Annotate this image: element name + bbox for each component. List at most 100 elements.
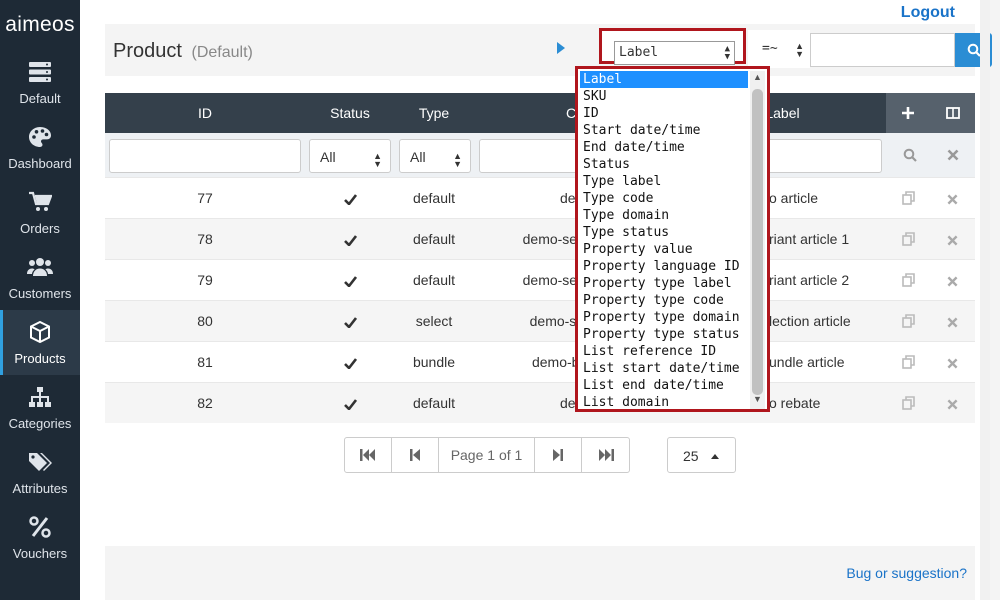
delete-icon[interactable]: [947, 274, 958, 290]
previous-page-button[interactable]: [392, 438, 439, 472]
table-row[interactable]: 79 default demo-selec riant article 2: [105, 259, 975, 300]
page-indicator: Page 1 of 1: [439, 438, 535, 472]
filter-type-value: All: [410, 149, 426, 165]
sidebar-item-categories[interactable]: Categories: [0, 375, 80, 440]
sitemap-icon: [27, 384, 53, 410]
row-label: undle article: [769, 354, 845, 370]
filter-label-input[interactable]: [765, 139, 882, 173]
dropdown-option[interactable]: End date/time: [580, 139, 748, 156]
row-id: 82: [197, 395, 213, 411]
page-scrollbar[interactable]: [980, 0, 990, 600]
column-header-type[interactable]: Type: [414, 105, 454, 121]
main-content: Logout Product (Default) Label ▲ ▼ =~ ▲ ▼ …: [80, 0, 992, 600]
copy-icon[interactable]: [902, 355, 916, 372]
delete-icon[interactable]: [947, 192, 958, 208]
delete-icon[interactable]: [947, 315, 958, 331]
scroll-down-icon[interactable]: ▼: [750, 394, 765, 408]
copy-icon[interactable]: [902, 273, 916, 290]
sidebar-item-dashboard[interactable]: Dashboard: [0, 115, 80, 180]
dropdown-option[interactable]: Type label: [580, 173, 748, 190]
copy-icon[interactable]: [902, 314, 916, 331]
search-field-select[interactable]: Label ▲ ▼: [614, 41, 735, 65]
first-page-button[interactable]: [345, 438, 392, 472]
add-item-button[interactable]: [886, 93, 930, 133]
page-title: Product (Default): [113, 40, 253, 63]
column-header-id[interactable]: ID: [195, 105, 215, 121]
delete-icon[interactable]: [947, 356, 958, 372]
scroll-up-icon[interactable]: ▲: [750, 72, 765, 86]
dropdown-scrollbar[interactable]: ▲ ▼: [750, 71, 765, 409]
dropdown-option[interactable]: Type status: [580, 224, 748, 241]
dropdown-option[interactable]: Property type domain: [580, 309, 748, 326]
dropdown-option[interactable]: Property type label: [580, 275, 748, 292]
next-page-button[interactable]: [535, 438, 582, 472]
dropdown-option[interactable]: Property value: [580, 241, 748, 258]
dropdown-option[interactable]: List domain: [580, 394, 748, 411]
dropdown-option[interactable]: Label: [580, 71, 748, 88]
column-header-status[interactable]: Status: [325, 105, 375, 121]
logout-link[interactable]: Logout: [901, 4, 955, 22]
dropdown-option[interactable]: Property language ID: [580, 258, 748, 275]
dropdown-option[interactable]: Property type code: [580, 292, 748, 309]
search-icon[interactable]: [903, 148, 917, 167]
filter-status-select[interactable]: All ▲ ▼: [309, 139, 391, 173]
last-page-button[interactable]: [582, 438, 629, 472]
page-size-select[interactable]: 25: [667, 437, 736, 473]
logo[interactable]: aimeos: [0, 0, 80, 50]
filter-type-select[interactable]: All ▲ ▼: [399, 139, 471, 173]
columns-toggle-button[interactable]: [930, 93, 975, 133]
copy-icon[interactable]: [902, 396, 916, 413]
search-input[interactable]: [810, 33, 955, 67]
dropdown-option[interactable]: Start date/time: [580, 122, 748, 139]
logo-text: aimeos: [5, 13, 75, 36]
row-type: default: [412, 272, 456, 288]
copy-icon[interactable]: [902, 191, 916, 208]
copy-icon[interactable]: [902, 232, 916, 249]
dropdown-option[interactable]: ID: [580, 105, 748, 122]
caret-up-icon: [711, 454, 719, 459]
delete-icon[interactable]: [947, 233, 958, 249]
caret-right-icon[interactable]: [557, 42, 565, 54]
server-icon: [27, 59, 53, 85]
dropdown-option[interactable]: List end date/time: [580, 377, 748, 394]
check-icon: [343, 315, 357, 331]
dropdown-option[interactable]: List reference ID: [580, 343, 748, 360]
sidebar-item-label: Vouchers: [12, 546, 68, 561]
dropdown-option[interactable]: Property type status: [580, 326, 748, 343]
table-header: ID Status Type Co Label: [105, 93, 975, 133]
sidebar-item-customers[interactable]: Customers: [0, 245, 80, 310]
filter-id-input[interactable]: [109, 139, 301, 173]
table-row[interactable]: 80 select demo-sele lection article: [105, 300, 975, 341]
bug-report-link[interactable]: Bug or suggestion?: [846, 565, 967, 581]
page-size-value: 25: [683, 448, 699, 464]
search-operator-select[interactable]: =~ ▲ ▼: [748, 30, 810, 68]
sidebar-item-attributes[interactable]: Attributes: [0, 440, 80, 505]
table-row[interactable]: 78 default demo-selec riant article 1: [105, 218, 975, 259]
sidebar-item-orders[interactable]: Orders: [0, 180, 80, 245]
last-page-icon: [598, 449, 614, 461]
select-arrows-icon: ▲ ▼: [795, 41, 804, 59]
dropdown-option[interactable]: SKU: [580, 88, 748, 105]
sidebar-item-products[interactable]: Products: [0, 310, 80, 375]
sidebar-item-label: Products: [14, 351, 66, 366]
box-icon: [27, 319, 53, 345]
dropdown-option[interactable]: Status: [580, 156, 748, 173]
table-row[interactable]: 81 bundle demo-bun undle article: [105, 341, 975, 382]
dropdown-option[interactable]: List start date/time: [580, 360, 748, 377]
sidebar-item-vouchers[interactable]: Vouchers: [0, 505, 80, 570]
delete-icon[interactable]: [947, 397, 958, 413]
dropdown-option[interactable]: Type domain: [580, 207, 748, 224]
sidebar-item-default[interactable]: Default: [0, 50, 80, 115]
sidebar-item-label: Attributes: [12, 481, 68, 496]
row-label: lection article: [769, 313, 851, 329]
table-row[interactable]: 77 default demo o article: [105, 177, 975, 218]
sidebar-item-label: Customers: [8, 286, 72, 301]
row-type: default: [412, 190, 456, 206]
row-id: 81: [197, 354, 213, 370]
filter-code-input[interactable]: [479, 139, 579, 173]
scrollbar-thumb[interactable]: [752, 89, 763, 395]
dropdown-option[interactable]: Type code: [580, 190, 748, 207]
table-row[interactable]: 82 default demo o rebate: [105, 382, 975, 423]
sidebar-item-label: Default: [19, 91, 61, 106]
close-icon[interactable]: [947, 148, 959, 166]
